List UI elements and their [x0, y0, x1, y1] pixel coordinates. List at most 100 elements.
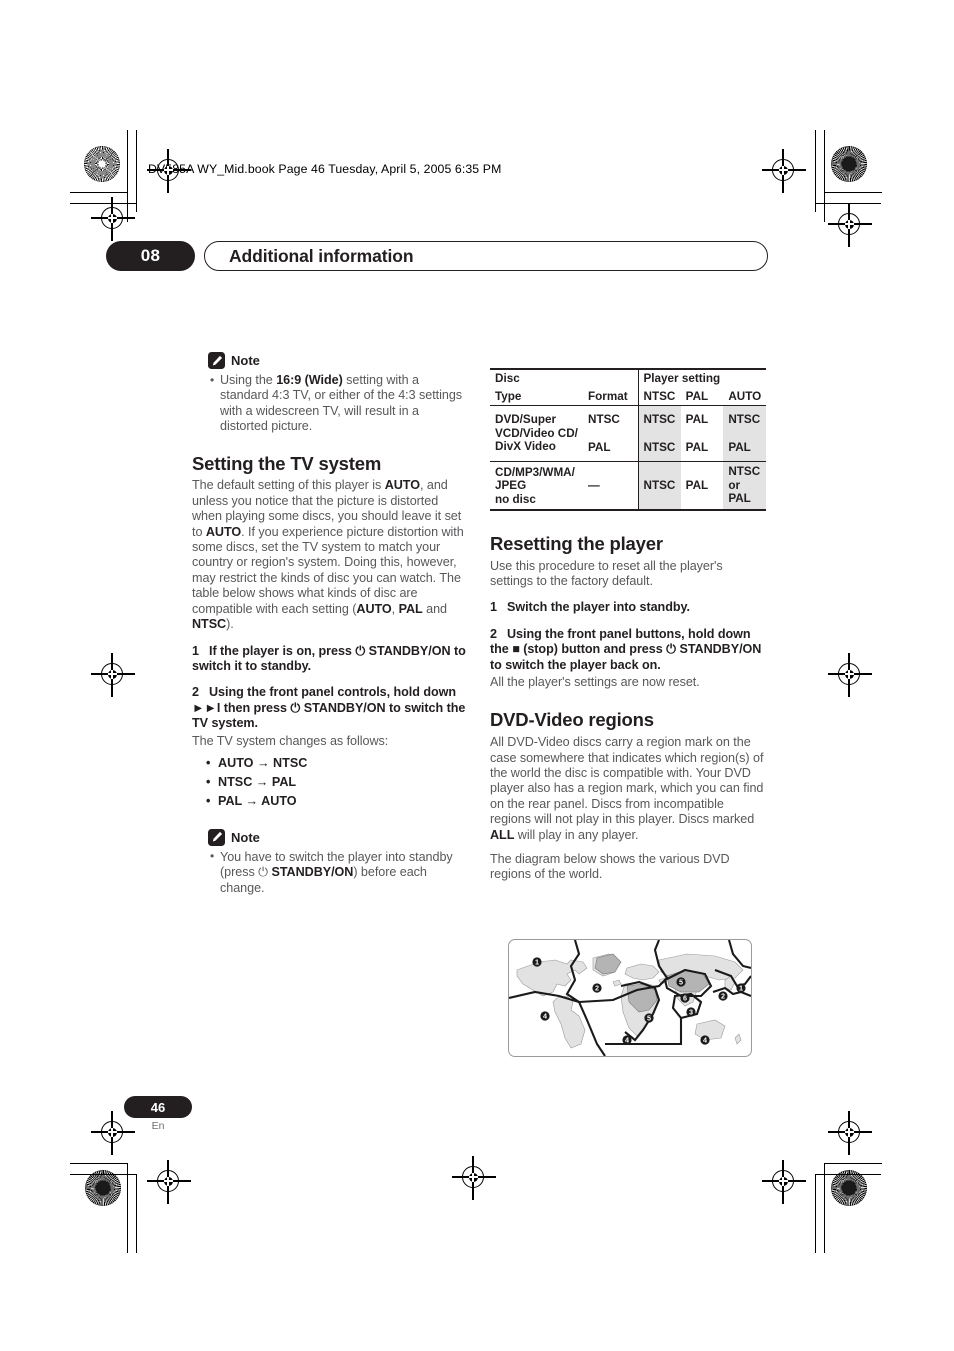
note-heading-1: Note	[208, 352, 468, 369]
crop-mark-vertical-br2	[815, 1174, 817, 1253]
crop-mark-vertical-tr2	[815, 130, 817, 212]
svg-text:3: 3	[689, 1008, 693, 1017]
svg-text:4: 4	[543, 1012, 547, 1021]
cell-disc-type: CD/MP3/WMA/JPEG no disc	[495, 465, 575, 506]
region-badge-6-china: 6	[680, 993, 690, 1003]
section-heading-regions: DVD-Video regions	[490, 709, 654, 731]
transition-item: NTSC → PAL	[192, 773, 468, 792]
region-badge-4-australia: 4	[700, 1035, 710, 1045]
transition-item: PAL → AUTO	[192, 792, 468, 811]
note-item: You have to switch the player into stand…	[208, 849, 468, 896]
crop-mark-horizontal-tr	[824, 192, 882, 194]
region-badge-1-pacific: 1	[736, 983, 746, 993]
crop-mark-horizontal-bl2	[70, 1174, 136, 1176]
registration-mark-bottom-right	[762, 1160, 806, 1204]
svg-text:1: 1	[535, 958, 539, 967]
chapter-number-badge: 08	[106, 241, 195, 271]
header-ntsc: NTSC	[637, 387, 681, 406]
crop-mark-vertical-bl	[127, 1163, 129, 1253]
print-control-target-top-right	[831, 146, 867, 182]
header-disc: Disc	[495, 372, 520, 385]
svg-text:6: 6	[683, 994, 687, 1003]
svg-text:4: 4	[625, 1036, 629, 1045]
page-language-label: En	[151, 1120, 165, 1132]
cell-ntsc: NTSC	[637, 461, 681, 510]
crop-mark-vertical-tr	[824, 130, 826, 222]
page-number-badge: 46	[124, 1096, 192, 1118]
cell-auto: NTSC or PAL	[723, 461, 766, 510]
table-header-row-2: Type Format NTSC PAL AUTO	[490, 387, 766, 406]
table-row: DVD/Super VCD/Video CD/DivX Video NTSC NT…	[490, 405, 766, 453]
crop-mark-vertical-tl2	[136, 130, 138, 212]
crop-mark-vertical-bl2	[136, 1174, 138, 1253]
region-badge-5-africa: 5	[644, 1013, 654, 1023]
cell-pal: PAL	[685, 413, 709, 427]
header-pal: PAL	[685, 389, 709, 403]
crop-mark-horizontal-br2	[815, 1174, 881, 1176]
header-player-setting: Player setting	[637, 369, 766, 388]
section-body-regions-2: The diagram below shows the various DVD …	[490, 852, 730, 882]
print-control-target-bottom-left	[85, 1170, 121, 1206]
registration-mark-bottom-center	[452, 1156, 496, 1200]
pencil-icon	[208, 828, 225, 846]
pencil-icon	[208, 352, 225, 369]
table-row: CD/MP3/WMA/JPEG no disc — NTSC PAL NTSC or…	[490, 461, 766, 510]
region-badge-5-eurasia: 5	[676, 977, 686, 987]
region-badge-1-north-america: 1	[532, 957, 542, 967]
region-badge-4-south-america: 4	[540, 1011, 550, 1021]
step-2-reset: 2 Using the front panel buttons, hold dow…	[490, 626, 762, 672]
cell-auto: NTSC	[723, 405, 766, 434]
note-list-2: You have to switch the player into stand…	[208, 849, 468, 896]
crop-mark-horizontal-tl2	[70, 203, 136, 205]
header-auto: AUTO	[728, 389, 762, 403]
cell-ntsc: NTSC	[637, 433, 681, 462]
svg-text:2: 2	[595, 984, 599, 993]
tv-system-transition-list: AUTO → NTSC NTSC → PAL PAL → AUTO	[192, 754, 468, 811]
step-1-reset: 1 Switch the player into standby.	[490, 600, 690, 615]
section-body-tv-system: The default setting of this player is AU…	[192, 478, 464, 632]
section-heading-tv-system: Setting the TV system	[192, 452, 382, 474]
crop-mark-horizontal-bl	[70, 1163, 128, 1165]
note-label-2: Note	[231, 829, 260, 845]
step-2-tv-system: 2 Using the front panel controls, hold do…	[192, 685, 466, 731]
transition-item: AUTO → NTSC	[192, 754, 468, 773]
registration-mark-left-lower	[91, 1111, 135, 1155]
svg-text:5: 5	[647, 1014, 651, 1023]
registration-mark-left-upper	[91, 197, 135, 241]
note-list-1: Using the 16:9 (Wide) setting with a sta…	[208, 373, 468, 435]
cell-format: —	[588, 478, 600, 492]
svg-text:2: 2	[721, 992, 725, 1001]
dvd-region-world-map: 1 2 4 5 4 5 6 3 2 1 4	[508, 939, 752, 1057]
crop-mark-horizontal-br	[824, 1163, 882, 1165]
svg-text:5: 5	[679, 978, 683, 987]
cell-format: PAL	[588, 440, 611, 454]
cell-auto: PAL	[723, 433, 766, 462]
section-heading-reset: Resetting the player	[490, 532, 663, 554]
print-control-target-top-left	[84, 146, 120, 182]
note-block-2: Note You have to switch the player into …	[208, 828, 468, 896]
chapter-header: 08 Additional information	[106, 241, 768, 271]
file-slug-line: DV585A WY_Mid.book Page 46 Tuesday, Apri…	[148, 162, 502, 176]
region-badge-2-japan: 2	[718, 991, 728, 1001]
right-column: Disc Player setting Type Format NTSC PAL…	[490, 368, 766, 892]
region-badge-2-atlantic: 2	[592, 983, 602, 993]
registration-mark-right-upper	[828, 203, 872, 247]
cell-disc-type: DVD/Super VCD/Video CD/DivX Video	[495, 413, 578, 454]
note-block-1: Note Using the 16:9 (Wide) setting with …	[208, 352, 468, 435]
cell-pal: PAL	[685, 478, 709, 492]
note-item: Using the 16:9 (Wide) setting with a sta…	[208, 373, 468, 435]
left-column: Note Using the 16:9 (Wide) setting with …	[192, 352, 468, 896]
cell-ntsc: NTSC	[637, 405, 681, 434]
section-body-reset: Use this procedure to reset all the play…	[490, 558, 723, 588]
step-2-reset-caption: All the player's settings are now reset.	[490, 674, 700, 689]
page-title: Additional information	[229, 245, 414, 266]
svg-text:4: 4	[703, 1036, 707, 1045]
cell-pal: PAL	[685, 440, 709, 454]
print-control-target-bottom-right	[831, 1170, 867, 1206]
chapter-title-pill: Additional information	[204, 241, 768, 271]
registration-mark-bottom-left	[147, 1160, 191, 1204]
region-badge-3-southeast-asia: 3	[686, 1007, 696, 1017]
section-body-regions-1: All DVD-Video discs carry a region mark …	[490, 735, 764, 842]
registration-mark-right-lower	[828, 1111, 872, 1155]
registration-mark-top-right	[762, 149, 806, 193]
